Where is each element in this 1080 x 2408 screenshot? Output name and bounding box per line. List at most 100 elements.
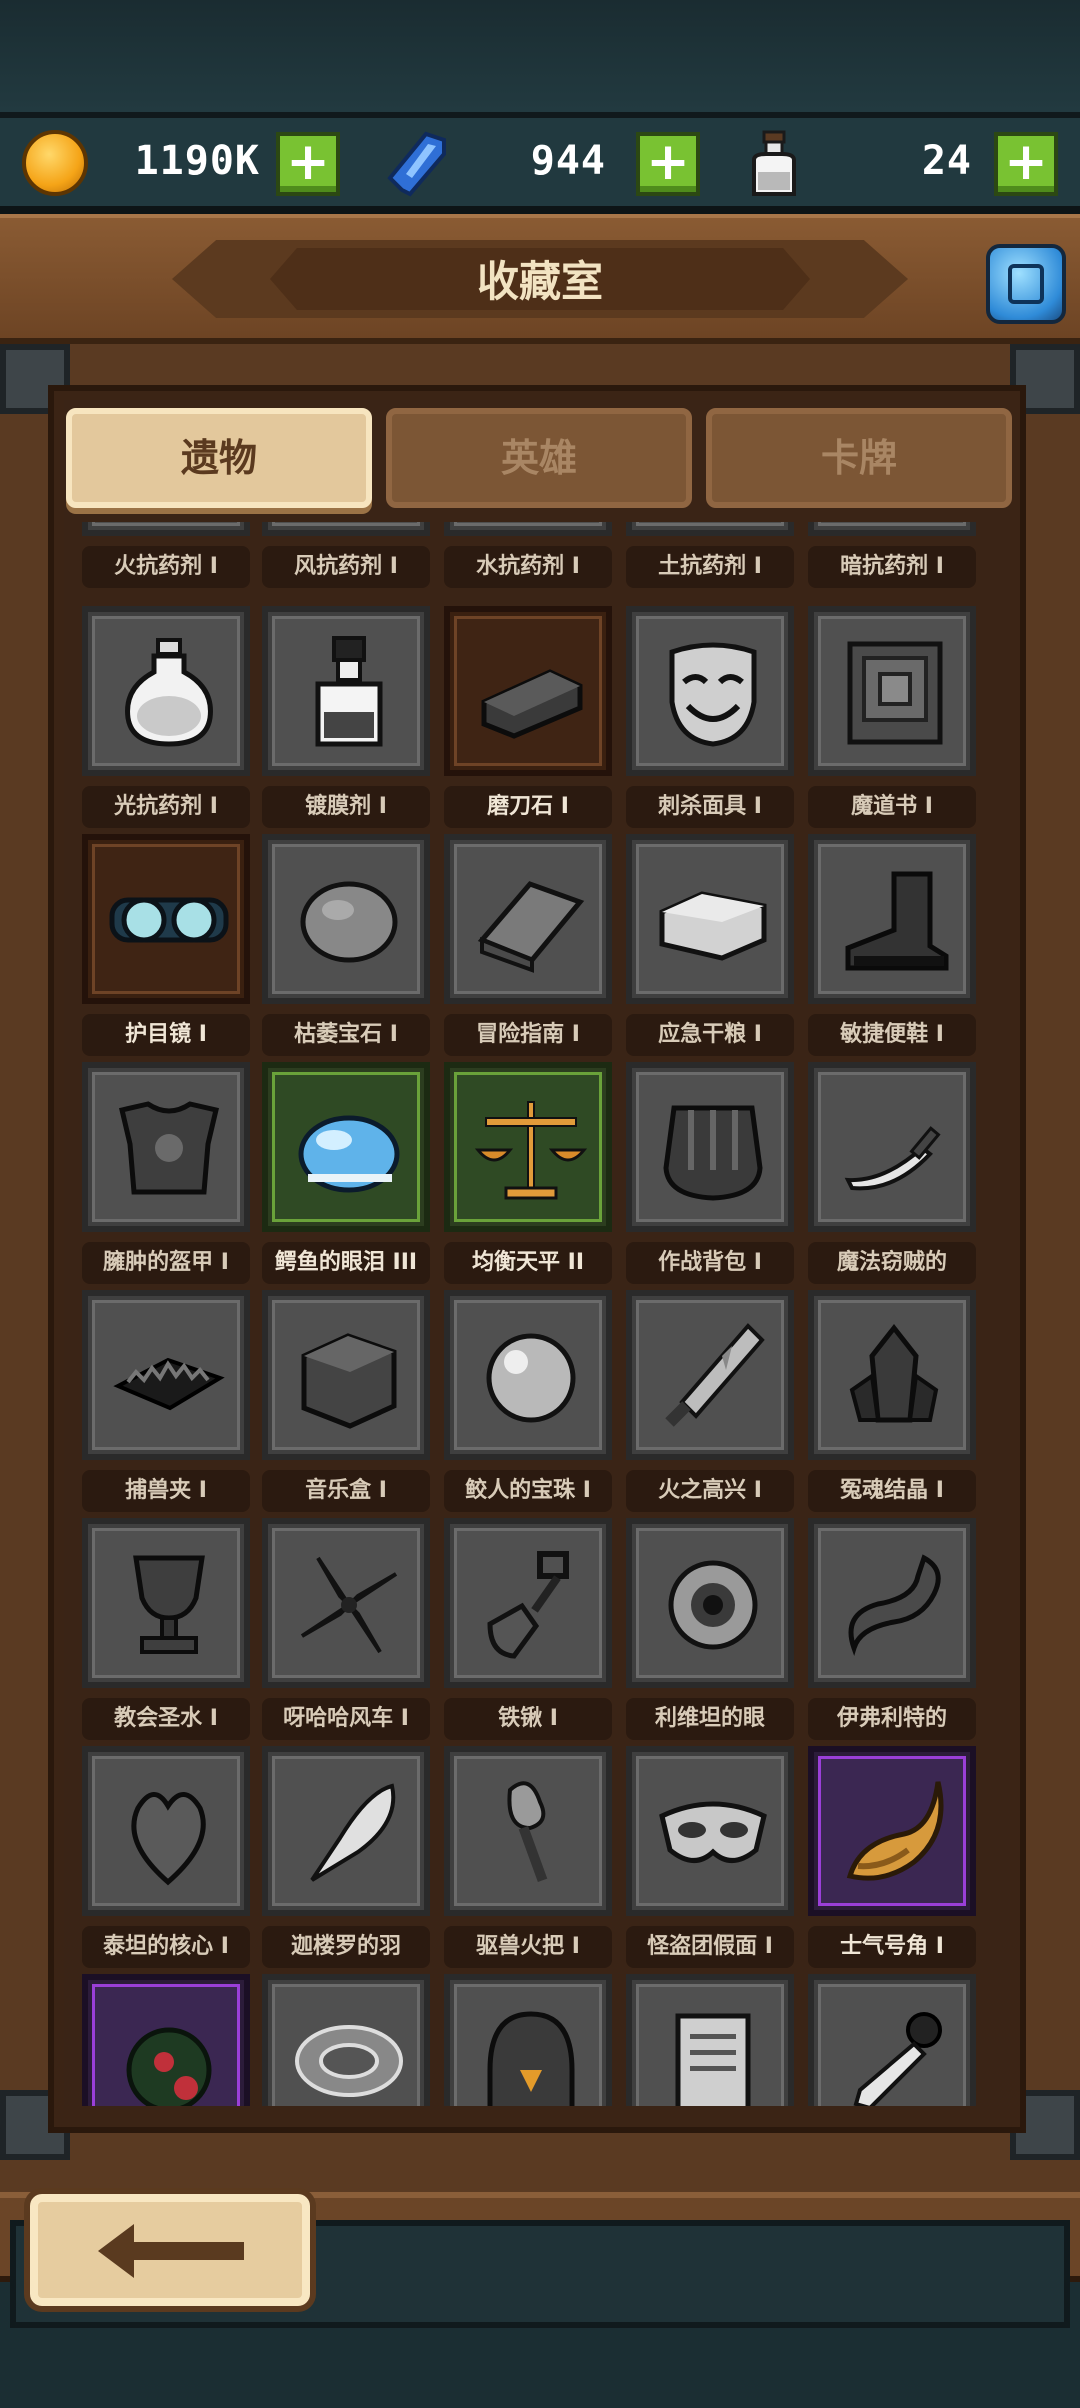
relic-grid[interactable]: 火抗药剂 I 风抗药剂 I 水抗药剂 I 土抗药剂 I 暗抗药剂 I 光抗药剂 I 镀膜剂…	[82, 522, 982, 2106]
dagger-icon	[853, 2012, 942, 2106]
potion-bottle-icon	[752, 130, 796, 196]
add-potions-button[interactable]: +	[994, 132, 1058, 196]
curved-dagger-icon	[844, 1126, 941, 1191]
relic-slot	[444, 1290, 612, 1460]
relic-name: 火抗药剂 I	[82, 546, 250, 588]
relic-slot	[626, 1518, 794, 1688]
relic-name: 暗抗药剂 I	[808, 546, 976, 588]
relic-name: 魔道书 I	[808, 786, 976, 828]
tab-relics[interactable]: 遗物	[66, 408, 372, 508]
relic-slot	[626, 522, 794, 536]
relic-slot	[626, 1746, 794, 1916]
relic-name: 风抗药剂 I	[262, 546, 430, 588]
relic-name: 刺杀面具 I	[626, 786, 794, 828]
relic-name: 磨刀石 I	[444, 786, 612, 828]
potion-resource: 24 +	[0, 128, 1060, 198]
withered-gem-icon	[300, 881, 398, 963]
page-title: 收藏室	[476, 257, 603, 306]
relic-slot	[626, 1062, 794, 1232]
tab-cards[interactable]: 卡牌	[706, 408, 1012, 508]
potion-amount: 24	[921, 138, 972, 184]
ration-icon	[659, 891, 767, 961]
relic-name: 护目镜 I	[82, 1014, 250, 1056]
relic-name: 鲛人的宝珠 I	[444, 1470, 612, 1512]
relic-name: 应急干粮 I	[626, 1014, 794, 1056]
relic-slot	[626, 834, 794, 1004]
relic-slot	[444, 1746, 612, 1916]
whetstone-icon	[481, 669, 583, 739]
relic-name: 火之高兴 I	[626, 1470, 794, 1512]
relic-slot	[808, 522, 976, 536]
relic-name: 镀膜剂 I	[262, 786, 430, 828]
chalice-icon	[133, 1555, 205, 1654]
relic-slot	[444, 1062, 612, 1232]
helmet-icon	[487, 2011, 575, 2106]
relic-slot	[82, 1290, 250, 1460]
war-horn-icon	[846, 1781, 944, 1881]
relic-slot	[262, 1290, 430, 1460]
relic-slot	[82, 1974, 250, 2106]
relic-name: 捕兽夹 I	[82, 1470, 250, 1512]
spellbook-icon	[847, 641, 943, 745]
assassin-mask-icon	[669, 642, 757, 747]
feather-icon	[310, 1783, 396, 1882]
back-button[interactable]	[30, 2194, 310, 2306]
scroll-icon	[675, 2013, 751, 2106]
relic-name: 敏捷便鞋 I	[808, 1014, 976, 1056]
relic-slot	[82, 1062, 250, 1232]
help-button[interactable]	[986, 244, 1066, 324]
back-arrow-icon	[98, 2224, 244, 2278]
relic-name: 光抗药剂 I	[82, 786, 250, 828]
relic-name: 作战背包 I	[626, 1242, 794, 1284]
torch-icon	[507, 1781, 548, 1883]
relic-slot	[262, 1746, 430, 1916]
status-area	[0, 0, 1080, 112]
ifrit-horn-icon	[848, 1554, 941, 1657]
relic-name: 泰坦的核心 I	[82, 1926, 250, 1968]
relic-slot	[262, 1974, 430, 2106]
boot-icon	[845, 871, 949, 971]
relic-slot	[82, 834, 250, 1004]
relic-name: 伊弗利特的	[808, 1698, 976, 1740]
shovel-icon	[487, 1551, 569, 1659]
rose-bush-icon	[126, 2027, 212, 2106]
balance-scale-icon	[474, 1101, 588, 1200]
relic-name: 利维坦的眼	[626, 1698, 794, 1740]
relic-slot	[262, 522, 430, 536]
relic-slot	[626, 1290, 794, 1460]
phantom-mask-icon	[659, 1801, 767, 1863]
relic-name: 迦楼罗的羽	[262, 1926, 430, 1968]
relic-name: 怪盗团假面 I	[626, 1926, 794, 1968]
relic-slot	[808, 1290, 976, 1460]
relic-slot	[444, 522, 612, 536]
bear-trap-icon	[113, 1357, 225, 1411]
relic-slot	[444, 606, 612, 776]
fire-sword-icon	[665, 1323, 765, 1427]
title-header: 收藏室	[0, 214, 1080, 344]
relic-slot	[808, 1746, 976, 1916]
relic-name: 土抗药剂 I	[626, 546, 794, 588]
music-box-icon	[301, 1333, 397, 1429]
relic-name: 冒险指南 I	[444, 1014, 612, 1056]
book-icon	[1008, 264, 1044, 304]
potion-flask-icon	[125, 638, 213, 747]
relic-name: 教会圣水 I	[82, 1698, 250, 1740]
tab-heroes[interactable]: 英雄	[386, 408, 692, 508]
relic-name: 魔法窃贼的	[808, 1242, 976, 1284]
relic-slot	[444, 1974, 612, 2106]
blue-tear-icon	[298, 1115, 400, 1193]
relic-slot	[82, 1518, 250, 1688]
relic-slot	[626, 1974, 794, 2106]
relic-slot	[808, 606, 976, 776]
relic-name: 驱兽火把 I	[444, 1926, 612, 1968]
eye-icon	[668, 1560, 758, 1650]
relic-name: 铁锹 I	[444, 1698, 612, 1740]
relic-slot	[808, 834, 976, 1004]
relic-slot	[808, 1518, 976, 1688]
relic-slot	[808, 1062, 976, 1232]
relic-name: 音乐盒 I	[262, 1470, 430, 1512]
relic-slot	[262, 834, 430, 1004]
soul-crystal-icon	[849, 1323, 939, 1423]
relic-name: 冤魂结晶 I	[808, 1470, 976, 1512]
relic-name: 水抗药剂 I	[444, 546, 612, 588]
